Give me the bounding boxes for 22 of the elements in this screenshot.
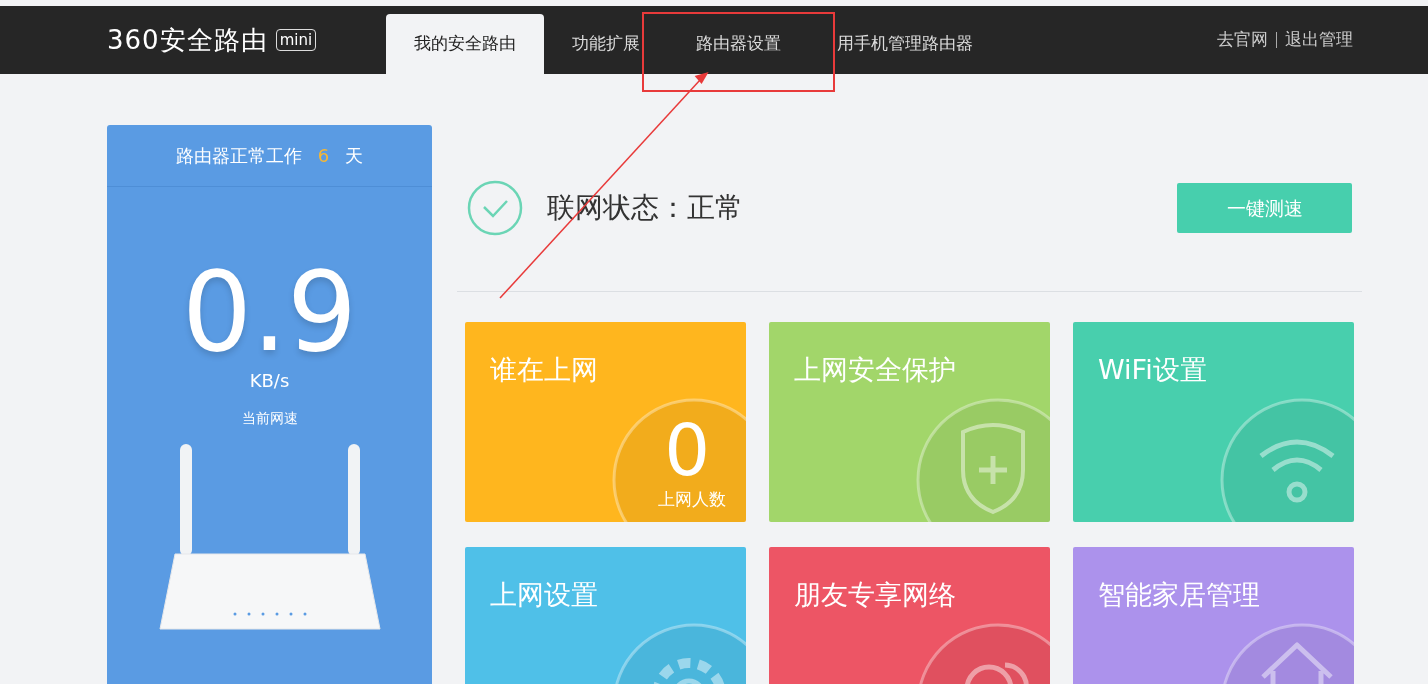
nav-tab[interactable]: 路由器设置 bbox=[668, 14, 810, 74]
tile-title: 智能家居管理 bbox=[1098, 578, 1260, 612]
tile-title: 谁在上网 bbox=[490, 353, 598, 387]
logo-badge: mini bbox=[275, 29, 317, 51]
uptime-days: 6 bbox=[317, 142, 330, 169]
tile-title: WiFi设置 bbox=[1098, 353, 1207, 387]
tile-title: 上网设置 bbox=[490, 578, 598, 612]
visitor-label: 上网人数 bbox=[658, 488, 726, 511]
header-link[interactable]: 退出管理 bbox=[1285, 27, 1353, 53]
uptime-label: 路由器正常工作 bbox=[175, 144, 302, 168]
speed-label: 当前网速 bbox=[241, 409, 298, 428]
tile-title: 朋友专享网络 bbox=[794, 578, 956, 612]
speed-value: 0.9 bbox=[182, 257, 357, 367]
logo[interactable]: 360安全路由 bbox=[107, 20, 268, 60]
speed-unit: KB/s bbox=[249, 369, 290, 393]
nav-tab[interactable]: 功能扩展 bbox=[544, 14, 669, 74]
visitor-count: 0 bbox=[664, 414, 710, 486]
uptime-unit: 天 bbox=[345, 144, 364, 168]
tile-title: 上网安全保护 bbox=[794, 353, 956, 387]
nav-tab[interactable]: 我的安全路由 bbox=[386, 14, 545, 74]
header-link[interactable]: 去官网 bbox=[1217, 27, 1268, 53]
nav-tab[interactable]: 用手机管理路由器 bbox=[809, 14, 1002, 74]
